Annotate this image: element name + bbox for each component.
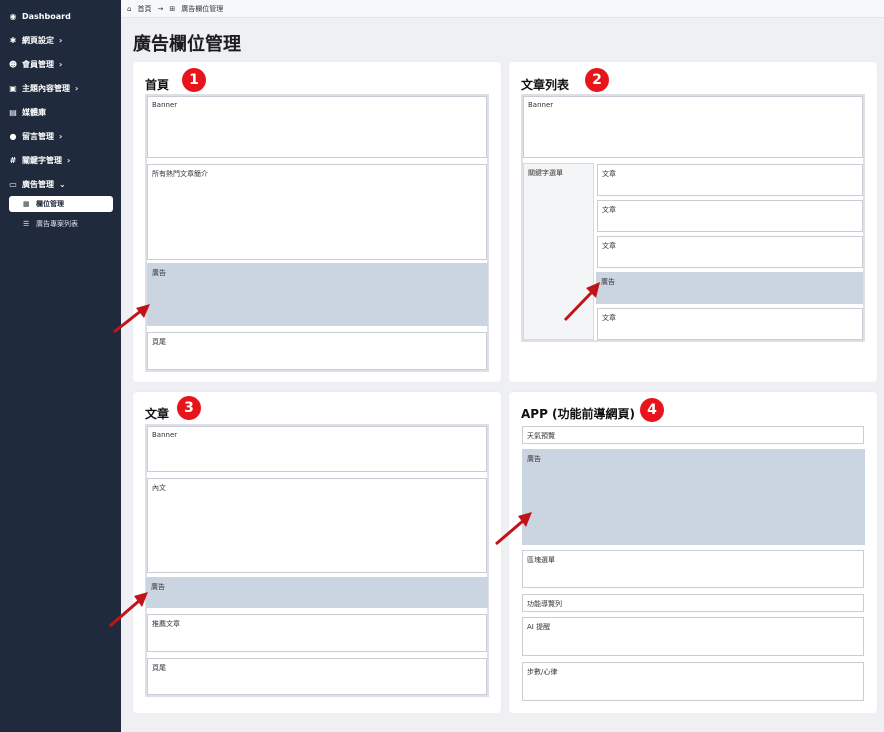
list-slot-article-1[interactable]: 文章 xyxy=(597,164,863,196)
arrow-icon-app-ad xyxy=(495,512,532,546)
sidebar-item-comments[interactable]: ● 留言管理 › xyxy=(8,128,63,144)
sidebar-item-dashboard[interactable]: ◉ Dashboard xyxy=(8,8,71,24)
sidebar-subitem-label: 廣告專案列表 xyxy=(36,220,78,228)
list-slot-ad[interactable]: 廣告 xyxy=(596,272,863,304)
article-slot-recommend[interactable]: 推薦文章 xyxy=(147,614,487,652)
card-app-title: APP (功能前導網頁) xyxy=(521,407,636,421)
app-slot-weather[interactable]: 天氣預覽 xyxy=(522,426,864,444)
app-slot-steps-heart[interactable]: 步數/心律 xyxy=(522,662,864,701)
sidebar-item-label: 主題內容管理 xyxy=(22,83,70,93)
sidebar-item-ads[interactable]: ▭ 廣告管理 ⌄ xyxy=(8,176,66,192)
sidebar-item-label: 會員管理 xyxy=(22,59,54,69)
dashboard-icon: ◉ xyxy=(9,11,17,21)
app-slot-region-menu[interactable]: 區塊選單 xyxy=(522,550,864,588)
chevron-right-icon: › xyxy=(59,131,63,141)
chevron-right-icon: › xyxy=(75,83,79,93)
sidebar-subitem-slot-management[interactable]: ▦ 欄位管理 xyxy=(9,196,113,212)
article-slot-banner[interactable]: Banner xyxy=(147,426,487,472)
list-icon: ☰ xyxy=(23,220,30,228)
sidebar: ◉ Dashboard ✱ 網頁設定 › ☻ 會員管理 › ▣ 主題內容管理 ›… xyxy=(0,0,121,732)
page-title: 廣告欄位管理 xyxy=(133,34,241,55)
home-slot-hot[interactable]: 所有熱門文章簡介 xyxy=(147,164,487,260)
sidebar-item-members[interactable]: ☻ 會員管理 › xyxy=(8,56,62,72)
arrow-icon-article-ad xyxy=(109,592,148,628)
breadcrumb-current: 廣告欄位管理 xyxy=(181,4,224,13)
app-slot-ai-reminder[interactable]: AI 提醒 xyxy=(522,617,864,656)
arrow-icon-home-ad xyxy=(113,304,150,334)
home-slot-banner[interactable]: Banner xyxy=(147,96,487,158)
sidebar-item-topic-content[interactable]: ▣ 主題內容管理 › xyxy=(8,80,78,96)
sidebar-item-label: 媒體庫 xyxy=(22,107,46,117)
article-slot-content[interactable]: 內文 xyxy=(147,478,487,573)
gear-icon: ✱ xyxy=(9,35,17,45)
sidebar-item-media[interactable]: ▤ 媒體庫 xyxy=(8,104,46,120)
list-slot-article-3[interactable]: 文章 xyxy=(597,236,863,268)
list-slot-article-4[interactable]: 文章 xyxy=(597,308,863,340)
chevron-right-icon: › xyxy=(59,59,63,69)
sidebar-item-label: 網頁設定 xyxy=(22,35,54,45)
layout-icon: ▦ xyxy=(23,200,30,208)
sitemap-icon: ⊞ xyxy=(169,4,176,13)
breadcrumb: ⌂ 首頁 → ⊞ 廣告欄位管理 xyxy=(121,0,884,18)
home-icon: ⌂ xyxy=(127,4,132,13)
book-icon: ▣ xyxy=(9,83,17,93)
sidebar-item-keywords[interactable]: # 關鍵字管理 › xyxy=(8,152,71,168)
card-article-title: 文章 xyxy=(145,407,170,421)
arrow-right-icon: → xyxy=(157,4,164,13)
chevron-right-icon: › xyxy=(59,35,63,45)
app-slot-nav-bar[interactable]: 功能導覽列 xyxy=(522,594,864,612)
card-article-list-title: 文章列表 xyxy=(521,78,570,92)
sidebar-item-label: 留言管理 xyxy=(22,131,54,141)
hash-icon: # xyxy=(9,155,17,165)
home-slot-ad[interactable]: 廣告 xyxy=(147,263,488,326)
list-slot-banner[interactable]: Banner xyxy=(523,96,863,158)
list-slot-article-2[interactable]: 文章 xyxy=(597,200,863,232)
sidebar-subitem-ad-projects[interactable]: ☰ 廣告專案列表 xyxy=(9,216,113,232)
media-icon: ▤ xyxy=(9,107,17,117)
users-icon: ☻ xyxy=(8,59,18,69)
home-slot-footer[interactable]: 頁尾 xyxy=(147,332,487,370)
sidebar-item-label: 關鍵字管理 xyxy=(22,155,62,165)
sidebar-item-label: 廣告管理 xyxy=(22,179,54,189)
sidebar-item-web-settings[interactable]: ✱ 網頁設定 › xyxy=(8,32,63,48)
article-slot-ad[interactable]: 廣告 xyxy=(146,577,488,608)
arrow-icon-list-ad xyxy=(563,282,600,322)
badge-2: 2 xyxy=(585,68,609,92)
sidebar-subitem-label: 欄位管理 xyxy=(36,200,64,208)
badge-1: 1 xyxy=(182,68,206,92)
comment-icon: ● xyxy=(9,131,17,141)
ad-icon: ▭ xyxy=(9,179,17,189)
chevron-down-icon: ⌄ xyxy=(59,179,66,189)
breadcrumb-home[interactable]: 首頁 xyxy=(137,4,151,14)
card-home-title: 首頁 xyxy=(145,78,170,92)
badge-3: 3 xyxy=(177,396,201,420)
article-slot-footer[interactable]: 頁尾 xyxy=(147,658,487,695)
app-slot-ad[interactable]: 廣告 xyxy=(522,449,865,545)
badge-4: 4 xyxy=(640,398,664,422)
sidebar-item-label: Dashboard xyxy=(22,11,71,21)
chevron-right-icon: › xyxy=(67,155,71,165)
